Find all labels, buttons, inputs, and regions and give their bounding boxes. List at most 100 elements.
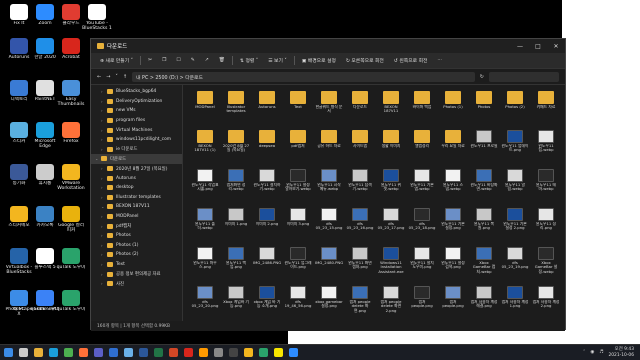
set-background-button[interactable]: ▣ 배경으로 설정 <box>299 56 339 65</box>
copy-icon[interactable]: ❐ <box>159 57 169 64</box>
vmware-icon[interactable] <box>244 348 253 357</box>
firefox-icon[interactable] <box>79 348 88 357</box>
maximize-button[interactable]: □ <box>529 43 547 50</box>
view-button[interactable]: ☰ 보기 ˅ <box>265 56 290 65</box>
file-item[interactable]: dfs 19_46_56.png <box>284 284 312 321</box>
folder-item[interactable]: 공유 하드 자료 <box>315 128 343 167</box>
file-item[interactable]: Xbox GameBar 설정.webp <box>532 245 560 284</box>
bluestacks-icon[interactable] <box>259 348 268 357</box>
desktop-icon[interactable]: quTalk 도우미 <box>56 248 86 282</box>
illustrator-icon[interactable] <box>199 348 208 357</box>
file-item[interactable]: 이미지 2.png <box>253 206 281 245</box>
file-item[interactable]: dfs 05_23_17.png <box>377 206 405 245</box>
file-item[interactable]: 캡처 사용자 계정 해결.png <box>470 284 498 321</box>
desktop-icon[interactable]: Firefox <box>56 122 86 156</box>
up-icon[interactable]: ↑ <box>123 74 127 80</box>
file-item[interactable]: 캡처 people.png <box>408 284 436 321</box>
file-item[interactable]: 윈도우11 정리.png <box>532 206 560 245</box>
file-item[interactable]: 캡처 people delete 화면 2.png <box>377 284 405 321</box>
sort-button[interactable]: ⇅ 정렬 ˅ <box>237 56 261 65</box>
desktop-icon[interactable]: Google 컬러피커 <box>56 206 86 240</box>
mail-icon[interactable] <box>109 348 118 357</box>
share-icon[interactable]: ↗ <box>202 57 212 64</box>
file-item[interactable]: 캡처 people.png <box>439 284 467 321</box>
nav-item[interactable]: › Illustrator templates <box>91 193 182 203</box>
file-item[interactable]: 이미지 1.png <box>222 206 250 245</box>
file-item[interactable]: 윈도우11 스냅.webp <box>439 167 467 206</box>
powerpoint-icon[interactable] <box>169 348 178 357</box>
nav-item[interactable]: › program files <box>91 116 182 126</box>
folder-item[interactable]: Photos (2) <box>501 89 529 128</box>
folder-item[interactable]: 우리 요일 자료 <box>439 128 467 167</box>
search-icon[interactable] <box>19 348 28 357</box>
folder-item[interactable]: BEXON 187V11 (1) <box>191 128 219 167</box>
file-item[interactable]: xbox 게임 바 기능 소개.png <box>253 284 281 321</box>
file-item[interactable]: 윈도우11 기본 설정 2.png <box>501 206 529 245</box>
file-item[interactable]: 캡처화면 정리.webp <box>222 167 250 206</box>
paste-icon[interactable]: ☐ <box>173 57 183 64</box>
file-item[interactable]: 윈도우11 마우스.png <box>191 245 219 284</box>
nav-item[interactable]: ⌄ 다운로드 <box>91 154 182 164</box>
file-item[interactable]: 윈도우11 바탕화면.webp <box>470 167 498 206</box>
address-bar[interactable]: 내 PC > 2500 (D:) > 다운로드 <box>132 71 475 82</box>
file-item[interactable]: dfs 05_23_15.png <box>315 206 343 245</box>
volume-icon[interactable]: ♬ <box>599 350 603 355</box>
file-item[interactable]: 윈도우11 설정 검색.png <box>439 245 467 284</box>
desktop-icon[interactable]: Easy Thumbnails <box>56 80 86 114</box>
nav-item[interactable]: › MODPanel <box>91 212 182 222</box>
folder-item[interactable]: pdf캡처 <box>284 128 312 167</box>
file-item[interactable]: dfs 05_23_20.png <box>191 284 219 321</box>
windows-icon[interactable] <box>4 348 13 357</box>
file-item[interactable]: 윈도우11 업데이트.png <box>501 128 529 167</box>
folder-item[interactable]: 생활 이미지 <box>377 128 405 167</box>
files-icon[interactable] <box>34 348 43 357</box>
recent-icon[interactable]: ˅ <box>115 74 118 80</box>
folder-item[interactable]: BEXON 187V11 <box>377 89 405 128</box>
file-item[interactable]: 캡처 사용자 계정 2.png <box>532 284 560 321</box>
nav-item[interactable]: › new VMs <box>91 106 182 116</box>
nav-item[interactable]: › Autoruns <box>91 173 182 183</box>
folder-item[interactable]: MODPanel <box>191 89 219 128</box>
search-input[interactable] <box>489 71 559 82</box>
file-item[interactable]: 캡처 people delete 화면.png <box>346 284 374 321</box>
file-item[interactable]: IMG_2480.PNG <box>315 245 343 284</box>
folder-item[interactable]: Autoruns <box>253 89 281 128</box>
nav-item[interactable]: › pdf캡처 <box>91 221 182 231</box>
nav-item[interactable]: › 2020년 8월 27일 (목요일) <box>91 164 182 174</box>
nav-item[interactable]: › ie 다운로드 <box>91 145 182 155</box>
folder-item[interactable]: 한글워드 형식 문서 <box>315 89 343 128</box>
store-icon[interactable] <box>94 348 103 357</box>
rename-icon[interactable]: ✎ <box>188 57 198 64</box>
folder-item[interactable]: Text <box>284 89 312 128</box>
file-item[interactable]: 캡처 사용자 계정 1.png <box>501 284 529 321</box>
nav-item[interactable]: › 공용 정보 편의제공 자료 <box>91 269 182 279</box>
file-item[interactable]: Windows11 Installation Assistant.exe <box>377 245 405 284</box>
nav-item[interactable]: › windows11pcdilight_com <box>91 135 182 145</box>
file-item[interactable]: xbox gamebar 설정.png <box>315 284 343 321</box>
file-item[interactable]: 윈도우11 기본 설정.png <box>439 206 467 245</box>
folder-item[interactable]: 키패드 자료 <box>532 89 560 128</box>
delete-icon[interactable]: 🗑 <box>216 57 228 64</box>
terminal-icon[interactable] <box>229 348 238 357</box>
nav-item[interactable]: › 사진 <box>91 279 182 289</box>
refresh-icon[interactable]: ↻ <box>480 74 484 80</box>
folder-item[interactable]: 바이퍼 백업 <box>408 89 436 128</box>
nav-item[interactable]: › Photos (2) <box>91 250 182 260</box>
nav-item[interactable]: › Virtual Machines <box>91 125 182 135</box>
file-item[interactable]: 윈도우11 폴더.webp <box>191 206 219 245</box>
folder-item[interactable]: deepsea <box>253 128 281 167</box>
file-item[interactable]: 윈도우11 시작 메뉴.webp <box>315 167 343 206</box>
forward-icon[interactable]: → <box>106 74 110 80</box>
chevron-up-icon[interactable]: ˄ <box>583 350 585 355</box>
back-icon[interactable]: ← <box>97 74 101 80</box>
file-item[interactable]: 윈도우11 설치하기.webp <box>253 167 281 206</box>
file-item[interactable]: 윈도우11 작업표시줄.png <box>191 167 219 206</box>
excel-icon[interactable] <box>154 348 163 357</box>
clock[interactable]: 오전 9:43 2021-10-06 <box>608 347 634 358</box>
file-item[interactable]: 윈도우11 위젯.webp <box>377 167 405 206</box>
nav-item[interactable]: › Photos (1) <box>91 241 182 251</box>
file-item[interactable]: 윈도우11 설치 도우미.png <box>408 245 436 284</box>
settings-icon[interactable] <box>214 348 223 357</box>
zoom-icon[interactable] <box>289 348 298 357</box>
close-button[interactable]: ✕ <box>547 43 565 50</box>
